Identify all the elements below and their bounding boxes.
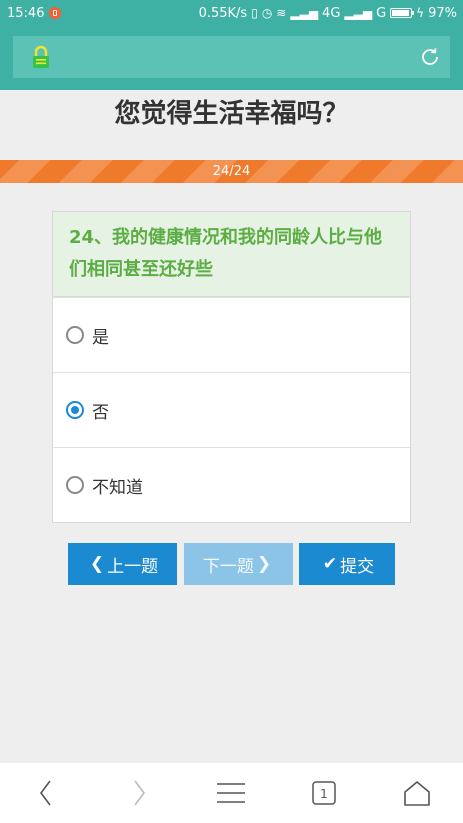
- tab-count: 1: [320, 787, 328, 801]
- refresh-icon[interactable]: [418, 45, 442, 69]
- option-label: 否: [92, 402, 109, 423]
- network-speed: 0.55K/s: [198, 5, 248, 21]
- forward-button[interactable]: [114, 768, 164, 818]
- home-button[interactable]: [392, 768, 442, 818]
- battery-level: 97%: [428, 5, 457, 21]
- tabs-button[interactable]: 1: [299, 768, 349, 818]
- radio-icon[interactable]: [66, 326, 84, 344]
- previous-question-label: 上一题: [107, 556, 159, 577]
- chevron-right-icon: ❯: [256, 554, 272, 574]
- signal-icon: ▂▃▅: [290, 6, 319, 20]
- next-question-label: 下一题: [202, 556, 254, 577]
- option-no[interactable]: 否: [53, 372, 410, 447]
- next-question-button[interactable]: 下一题 ❯: [184, 543, 293, 585]
- previous-question-button[interactable]: ❮ 上一题: [68, 543, 177, 585]
- browser-bottom-nav: 1: [0, 763, 463, 823]
- radio-icon[interactable]: [66, 476, 84, 494]
- status-bar: 15:46 0.55K/s ▯ ◷ ≋ ▂▃▅ 4G ▂▃▅ G ϟ 97%: [0, 0, 463, 26]
- submit-button[interactable]: ✔ 提交: [299, 543, 395, 585]
- question-text: 24、我的健康情况和我的同龄人比与他们相同甚至还好些: [53, 212, 410, 297]
- progress-label: 24/24: [212, 164, 251, 179]
- app-header: [0, 26, 463, 90]
- check-icon: ✔: [322, 554, 338, 574]
- signal-g-label: G: [376, 5, 387, 21]
- option-yes[interactable]: 是: [53, 297, 410, 372]
- page-title: 您觉得生活幸福吗？: [114, 99, 349, 129]
- question-card: 24、我的健康情况和我的同龄人比与他们相同甚至还好些 是 否 不知道: [52, 211, 411, 523]
- charging-icon: ϟ: [416, 6, 425, 20]
- header-bar: [13, 36, 450, 78]
- chevron-left-icon: [40, 780, 51, 806]
- tabs-icon: 1: [312, 781, 336, 805]
- lock-icon[interactable]: [30, 45, 52, 69]
- alarm-icon: ◷: [261, 6, 273, 20]
- option-dont-know[interactable]: 不知道: [53, 447, 410, 522]
- menu-button[interactable]: [206, 768, 256, 818]
- home-icon: [403, 781, 430, 806]
- status-time: 15:46: [7, 5, 45, 21]
- chevron-right-icon: [134, 780, 145, 806]
- option-label: 不知道: [92, 477, 143, 498]
- chevron-left-icon: ❮: [89, 554, 105, 574]
- option-label: 是: [92, 327, 109, 348]
- wifi-icon: ≋: [276, 6, 287, 20]
- signal-4g-label: 4G: [322, 5, 341, 21]
- back-button[interactable]: [21, 768, 71, 818]
- battery-icon: [390, 8, 415, 18]
- status-indicators: 0.55K/s ▯ ◷ ≋ ▂▃▅ 4G ▂▃▅ G ϟ 97%: [199, 6, 457, 21]
- signal-icon-2: ▂▃▅: [344, 6, 373, 20]
- menu-icon: [217, 783, 246, 803]
- radio-checked-icon[interactable]: [66, 401, 84, 419]
- notification-icon: [49, 7, 62, 19]
- vibrate-icon: ▯: [251, 6, 258, 20]
- progress-bar: 24/24: [0, 160, 463, 183]
- submit-label: 提交: [340, 556, 375, 577]
